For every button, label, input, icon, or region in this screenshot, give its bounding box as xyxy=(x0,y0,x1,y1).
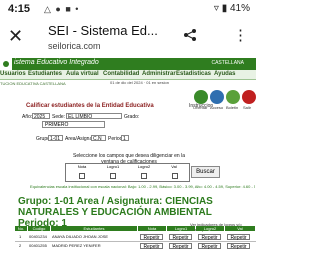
nav-contabilidad[interactable]: Contabilidad xyxy=(103,71,139,77)
boletin-icon[interactable] xyxy=(226,90,240,104)
field-logro1-header: Logro1 xyxy=(106,164,120,169)
field-val-checkbox[interactable] xyxy=(172,173,178,179)
orientar-icon[interactable] xyxy=(194,90,208,104)
nav-estudiantes[interactable]: Estudiantes xyxy=(28,71,62,77)
clock: 4:15 xyxy=(8,3,31,15)
nav-estadisticas[interactable]: Estadisticas xyxy=(176,71,211,77)
field-logro2-header: Logro2 xyxy=(137,164,151,169)
row-divider xyxy=(15,241,256,242)
close-icon[interactable]: ✕ xyxy=(8,26,23,47)
row2-val-input[interactable]: Repetir xyxy=(227,243,250,250)
grado-label: Grado: xyxy=(124,114,140,120)
banner-right-text: CASTELLANA xyxy=(211,60,244,66)
col-val: Val xyxy=(225,226,255,231)
share-icon[interactable] xyxy=(183,28,197,42)
page-title: SEI - Sistema Ed... xyxy=(48,23,158,38)
row2-logro2-input[interactable]: Repetir xyxy=(198,243,221,250)
col-codigo: Codigo xyxy=(28,226,50,231)
form-heading: Calificar estudiantes de la Entidad Educ… xyxy=(26,103,154,109)
institution-name: TUCION EDUCATIVA CASTELLANA xyxy=(0,81,66,86)
nav-ayudas[interactable]: Ayudas xyxy=(214,71,235,77)
row1-no: 1 xyxy=(19,234,22,239)
status-bar: 4:15 △ ● ■ • ▿ ▮ 41% xyxy=(0,0,256,20)
row2-logro1-input[interactable]: Repetir xyxy=(169,243,192,250)
field-nota-checkbox[interactable] xyxy=(79,173,85,179)
field-logro2-checkbox[interactable] xyxy=(141,173,147,179)
site-banner: istema Educativo Integrado CASTELLANA xyxy=(0,58,256,70)
salir-icon[interactable] xyxy=(242,90,256,104)
area-select[interactable]: C.N xyxy=(91,135,106,141)
battery-status: ▿ ▮ 41% xyxy=(213,3,250,14)
col-logro2: Logro2 xyxy=(196,226,224,231)
browser-toolbar: ✕ SEI - Sistema Ed... seilorica.com ⋮ xyxy=(0,20,256,59)
row2-nota-input[interactable]: Repetir xyxy=(140,243,163,250)
main-nav: Usuarios Estudiantes Aula virtual Contab… xyxy=(0,70,256,80)
banner-title: istema Educativo Integrado xyxy=(14,59,99,66)
more-options-icon[interactable]: ⋮ xyxy=(233,26,248,44)
col-estudiantes: Estudiantes xyxy=(51,226,137,231)
row1-logro1-input[interactable]: Repetir xyxy=(169,234,192,241)
col-nota: Nota xyxy=(138,226,166,231)
nav-aula-virtual[interactable]: Aula virtual xyxy=(66,71,99,77)
periodo-select[interactable]: 1 xyxy=(121,135,129,141)
notification-icons: △ ● ■ • xyxy=(44,4,80,14)
field-val-header: Val xyxy=(171,164,177,169)
session-info: 01 de dic del 2024 · 01 en sesion xyxy=(110,80,169,85)
grado-select[interactable]: PRIMERO xyxy=(42,121,105,128)
row1-nombre: ANAYA DILIADO JHOAN JOSE xyxy=(52,234,109,239)
row1-val-input[interactable]: Repetir xyxy=(227,234,250,241)
nav-usuarios[interactable]: Usuarios xyxy=(0,71,26,77)
acceso-icon[interactable] xyxy=(210,90,224,104)
col-logro1: Logro1 xyxy=(167,226,195,231)
boletin-label: Boletin xyxy=(226,105,239,110)
sede-select[interactable]: EL LIMBIO xyxy=(66,113,122,119)
field-logro1-checkbox[interactable] xyxy=(110,173,116,179)
buscar-button[interactable]: Buscar xyxy=(191,166,220,178)
field-nota-header: Nota xyxy=(77,164,87,169)
field-selection-table: Nota Logro1 Logro2 Val xyxy=(65,163,190,182)
row1-nota-input[interactable]: Repetir xyxy=(140,234,163,241)
instructions-link[interactable]: Instruccion xyxy=(189,103,213,109)
col-no: No. xyxy=(15,226,27,231)
row1-logro2-input[interactable]: Repetir xyxy=(198,234,221,241)
row2-no: 2 xyxy=(19,243,22,248)
nav-administrar[interactable]: Administrar xyxy=(142,71,176,77)
sede-label: Sede: xyxy=(52,114,66,120)
students-table: No. Codigo Estudiantes Nota Logro1 Logro… xyxy=(15,226,256,256)
row2-codigo: 00401255 xyxy=(29,243,47,248)
grupo-select[interactable]: 1-01 xyxy=(48,135,63,141)
row1-codigo: 00401234 xyxy=(29,234,47,239)
logo-icon xyxy=(0,58,12,70)
ano-label: Año: xyxy=(22,114,33,120)
row2-nombre: MADRID PEREZ YENIFER xyxy=(52,243,101,248)
ano-select[interactable]: 2025 xyxy=(32,113,50,119)
equivalencias-text: Equivalencias escala institucional con e… xyxy=(30,184,255,189)
salir-label: Salir xyxy=(243,105,252,110)
page-url: seilorica.com xyxy=(48,41,101,51)
